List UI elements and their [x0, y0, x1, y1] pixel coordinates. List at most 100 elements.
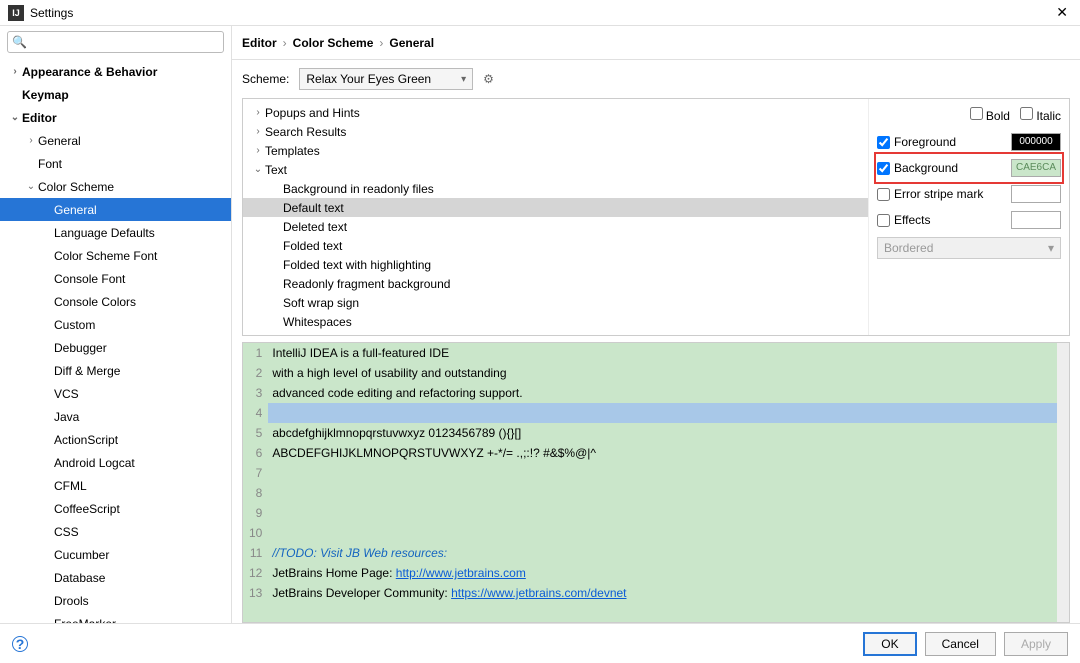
tree-item-templates[interactable]: ›Templates — [243, 141, 868, 160]
sidebar: 🔍 ›Appearance & BehaviorKeymap⌄Editor›Ge… — [0, 26, 232, 623]
close-icon[interactable]: ✕ — [1052, 4, 1072, 21]
help-icon[interactable]: ? — [12, 636, 28, 652]
nav-item-editor[interactable]: ⌄Editor — [0, 106, 231, 129]
nav-item-java[interactable]: Java — [0, 405, 231, 428]
error-stripe-swatch[interactable] — [1011, 185, 1061, 203]
tree-item-deleted-text[interactable]: Deleted text — [243, 217, 868, 236]
gear-icon[interactable]: ⚙ — [483, 72, 494, 86]
cancel-button[interactable]: Cancel — [925, 632, 996, 656]
attribute-tree[interactable]: ›Popups and Hints›Search Results›Templat… — [243, 99, 869, 335]
preview-editor[interactable]: 12345678910111213 IntelliJ IDEA is a ful… — [243, 343, 1069, 622]
window-title: Settings — [30, 6, 1052, 20]
nav-item-appearance-behavior[interactable]: ›Appearance & Behavior — [0, 60, 231, 83]
code-line: //TODO: Visit JB Web resources: — [268, 543, 1057, 563]
nav-item-color-scheme-font[interactable]: Color Scheme Font — [0, 244, 231, 267]
nav-item-console-colors[interactable]: Console Colors — [0, 290, 231, 313]
nav-item-debugger[interactable]: Debugger — [0, 336, 231, 359]
breadcrumb-general: General — [389, 36, 434, 50]
tree-item-background-in-readonly-files[interactable]: Background in readonly files — [243, 179, 868, 198]
error-stripe[interactable] — [1057, 343, 1069, 622]
nav-item-cucumber[interactable]: Cucumber — [0, 543, 231, 566]
chevron-right-icon: › — [8, 66, 22, 77]
chevron-right-icon: › — [24, 135, 38, 146]
chevron-right-icon: › — [251, 107, 265, 118]
effects-swatch[interactable] — [1011, 211, 1061, 229]
code-line — [268, 403, 1057, 423]
code-line — [268, 503, 1057, 523]
search-icon: 🔍 — [12, 35, 27, 49]
breadcrumb-editor[interactable]: Editor — [242, 36, 277, 50]
nav-item-cfml[interactable]: CFML — [0, 474, 231, 497]
tree-item-whitespaces[interactable]: Whitespaces — [243, 312, 868, 331]
titlebar: IJ Settings ✕ — [0, 0, 1080, 26]
bold-checkbox[interactable]: Bold — [970, 109, 1010, 123]
code-line: IntelliJ IDEA is a full-featured IDE — [268, 343, 1057, 363]
scheme-label: Scheme: — [242, 72, 289, 86]
tree-item-popups-and-hints[interactable]: ›Popups and Hints — [243, 103, 868, 122]
code-line: JetBrains Developer Community: https://w… — [268, 583, 1057, 603]
chevron-right-icon: › — [379, 36, 383, 50]
nav-item-general[interactable]: General — [0, 198, 231, 221]
chevron-down-icon: ⌄ — [8, 112, 22, 123]
link[interactable]: https://www.jetbrains.com/devnet — [451, 586, 626, 600]
ok-button[interactable]: OK — [863, 632, 916, 656]
code-line — [268, 483, 1057, 503]
chevron-right-icon: › — [251, 126, 265, 137]
foreground-checkbox[interactable]: Foreground — [877, 135, 1011, 149]
code-area[interactable]: IntelliJ IDEA is a full-featured IDEwith… — [268, 343, 1057, 622]
nav-item-vcs[interactable]: VCS — [0, 382, 231, 405]
chevron-down-icon: ⌄ — [251, 164, 265, 175]
app-icon: IJ — [8, 5, 24, 21]
nav-item-general[interactable]: ›General — [0, 129, 231, 152]
tree-item-folded-text-with-highlighting[interactable]: Folded text with highlighting — [243, 255, 868, 274]
breadcrumb: Editor › Color Scheme › General — [232, 26, 1080, 60]
nav-item-android-logcat[interactable]: Android Logcat — [0, 451, 231, 474]
italic-checkbox[interactable]: Italic — [1020, 109, 1061, 123]
tree-item-readonly-fragment-background[interactable]: Readonly fragment background — [243, 274, 868, 293]
chevron-down-icon: ⌄ — [24, 181, 38, 192]
tree-item-text[interactable]: ⌄Text — [243, 160, 868, 179]
error-stripe-checkbox[interactable]: Error stripe mark — [877, 187, 1011, 201]
foreground-swatch[interactable]: 000000 — [1011, 133, 1061, 151]
nav-item-coffeescript[interactable]: CoffeeScript — [0, 497, 231, 520]
nav-item-language-defaults[interactable]: Language Defaults — [0, 221, 231, 244]
code-line: JetBrains Home Page: http://www.jetbrain… — [268, 563, 1057, 583]
nav-item-diff-merge[interactable]: Diff & Merge — [0, 359, 231, 382]
nav-item-database[interactable]: Database — [0, 566, 231, 589]
chevron-right-icon: › — [251, 145, 265, 156]
chevron-down-icon: ▾ — [1048, 241, 1054, 255]
scheme-select[interactable]: Relax Your Eyes Green ▾ — [299, 68, 473, 90]
effects-select: Bordered ▾ — [877, 237, 1061, 259]
code-line: with a high level of usability and outst… — [268, 363, 1057, 383]
code-line: ABCDEFGHIJKLMNOPQRSTUVWXYZ +-*/= .,;:!? … — [268, 443, 1057, 463]
search-input[interactable] — [7, 31, 224, 53]
tree-item-soft-wrap-sign[interactable]: Soft wrap sign — [243, 293, 868, 312]
code-line — [268, 523, 1057, 543]
nav-item-font[interactable]: Font — [0, 152, 231, 175]
tree-item-search-results[interactable]: ›Search Results — [243, 122, 868, 141]
dialog-footer: ? OK Cancel Apply — [0, 623, 1080, 663]
nav-item-console-font[interactable]: Console Font — [0, 267, 231, 290]
chevron-right-icon: › — [283, 36, 287, 50]
nav-item-actionscript[interactable]: ActionScript — [0, 428, 231, 451]
attribute-panel: Bold Italic Foreground 000000 Background… — [869, 99, 1069, 335]
nav-item-drools[interactable]: Drools — [0, 589, 231, 612]
code-line: abcdefghijklmnopqrstuvwxyz 0123456789 ()… — [268, 423, 1057, 443]
tree-item-default-text[interactable]: Default text — [243, 198, 868, 217]
nav-item-custom[interactable]: Custom — [0, 313, 231, 336]
apply-button[interactable]: Apply — [1004, 632, 1068, 656]
nav-item-keymap[interactable]: Keymap — [0, 83, 231, 106]
nav-item-freemarker[interactable]: FreeMarker — [0, 612, 231, 623]
nav-item-css[interactable]: CSS — [0, 520, 231, 543]
scheme-value: Relax Your Eyes Green — [306, 72, 431, 86]
code-line — [268, 463, 1057, 483]
gutter: 12345678910111213 — [243, 343, 268, 622]
breadcrumb-color-scheme[interactable]: Color Scheme — [293, 36, 374, 50]
background-checkbox[interactable]: Background — [877, 161, 1011, 175]
nav-item-color-scheme[interactable]: ⌄Color Scheme — [0, 175, 231, 198]
link[interactable]: http://www.jetbrains.com — [396, 566, 526, 580]
tree-item-folded-text[interactable]: Folded text — [243, 236, 868, 255]
background-swatch[interactable]: CAE6CA — [1011, 159, 1061, 177]
effects-checkbox[interactable]: Effects — [877, 213, 1011, 227]
settings-tree[interactable]: ›Appearance & BehaviorKeymap⌄Editor›Gene… — [0, 58, 231, 623]
